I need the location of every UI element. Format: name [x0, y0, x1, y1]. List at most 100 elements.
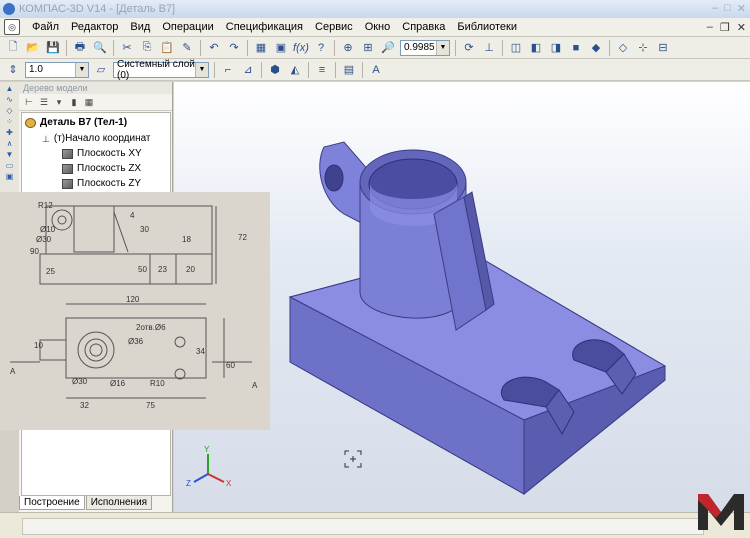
axes-icon: ⊥ [42, 133, 50, 144]
panel-spec-icon[interactable]: ▭ [4, 161, 16, 170]
chevron-down-icon[interactable]: ▼ [195, 62, 208, 77]
drawing-dim: 90 [30, 247, 39, 256]
tree-order-icon[interactable]: ☰ [38, 96, 50, 108]
view-hidden-icon[interactable]: ◧ [528, 40, 544, 56]
menu-bar: ◎ Файл Редактор Вид Операции Спецификаци… [0, 18, 750, 37]
drawing-dim: R12 [38, 201, 53, 210]
menu-file[interactable]: Файл [26, 21, 65, 33]
redo-icon[interactable]: ↷ [226, 40, 242, 56]
panel-select-icon[interactable]: ▲ [4, 84, 16, 93]
chevron-down-icon[interactable]: ▼ [75, 62, 88, 77]
zoom-window-icon[interactable]: ⊕ [340, 40, 356, 56]
tree-structure-icon[interactable]: ⊢ [23, 96, 35, 108]
tree-plane-zx[interactable]: Плоскость ZX [62, 163, 141, 174]
standard-toolbar: 🗋 📂 💾 🖶 🔍 ✂ ⎘ 📋 ✎ ↶ ↷ ▦ ▣ f(x) ? ⊕ ⊞ 🔎 0… [0, 37, 750, 59]
doc-close-button[interactable]: ✕ [737, 21, 746, 34]
select-icon[interactable]: ◭ [287, 62, 303, 78]
doc-restore-button[interactable]: ❐ [720, 21, 730, 34]
copy-icon[interactable]: ⎘ [139, 40, 155, 56]
perspective-icon[interactable]: ◇ [615, 40, 631, 56]
minimize-button[interactable]: – [712, 2, 718, 15]
drawing-dim: 20 [186, 265, 195, 274]
view-halftone-icon[interactable]: ■ [568, 40, 584, 56]
preview-icon[interactable]: 🔍 [92, 40, 108, 56]
panel-surface-icon[interactable]: ◇ [4, 106, 16, 115]
drawing-dim: 34 [196, 347, 205, 356]
tree-grid-icon[interactable]: ▦ [83, 96, 95, 108]
doc-minimize-button[interactable]: – [707, 21, 713, 34]
save-icon[interactable]: 💾 [45, 40, 61, 56]
orientation-icon[interactable]: ⊥ [481, 40, 497, 56]
zoom-value-combo[interactable]: 0.9985 ▼ [400, 39, 450, 56]
panel-report-icon[interactable]: ▣ [4, 172, 16, 181]
window-title: КОМПАС-3D V14 - [Деталь В7] [19, 3, 176, 15]
function-icon[interactable]: f(x) [293, 40, 309, 56]
tab-construction[interactable]: Построение [19, 496, 85, 510]
snap-icon[interactable]: ⊿ [240, 62, 256, 78]
layer-combo[interactable]: Системный слой (0) ▼ [113, 59, 209, 81]
manager-icon[interactable]: ▦ [253, 40, 269, 56]
paste-icon[interactable]: 📋 [159, 40, 175, 56]
panel-curve-icon[interactable]: ∿ [4, 95, 16, 104]
new-file-icon[interactable]: 🗋 [5, 40, 21, 56]
chevron-down-icon[interactable]: ▼ [436, 40, 449, 55]
tree-plane-xy[interactable]: Плоскость XY [62, 148, 142, 159]
menu-specification[interactable]: Спецификация [220, 21, 309, 33]
view-shaded-icon[interactable]: ◆ [588, 40, 604, 56]
step-combo[interactable]: 1.0 ▼ [25, 61, 89, 78]
menu-service[interactable]: Сервис [309, 21, 359, 33]
tree-filter-icon[interactable]: ▾ [53, 96, 65, 108]
section-icon[interactable]: ⊟ [655, 40, 671, 56]
cut-icon[interactable]: ✂ [119, 40, 135, 56]
help-pointer-icon[interactable]: ? [313, 40, 329, 56]
filter-icon[interactable]: ⬢ [267, 62, 283, 78]
close-button[interactable]: ✕ [737, 2, 746, 15]
step-icon[interactable]: ⇕ [5, 62, 21, 78]
zoom-icon[interactable]: 🔎 [380, 40, 396, 56]
tree-plane-zy[interactable]: Плоскость ZY [62, 178, 141, 189]
menu-window[interactable]: Окно [359, 21, 397, 33]
document-icon[interactable]: ◎ [4, 19, 20, 35]
format-brush-icon[interactable]: ✎ [179, 40, 195, 56]
tree-plane-label: Плоскость XY [77, 148, 142, 159]
panel-filter-icon[interactable]: ▼ [4, 150, 16, 159]
kompas-app-icon [3, 3, 15, 15]
menu-operations[interactable]: Операции [156, 21, 219, 33]
menu-help[interactable]: Справка [396, 21, 451, 33]
panel-array-icon[interactable]: ⁘ [4, 117, 16, 126]
rotate-icon[interactable]: ⟳ [461, 40, 477, 56]
print-icon[interactable]: 🖶 [72, 40, 88, 56]
panel-measure-icon[interactable]: ∧ [4, 139, 16, 148]
menu-edit[interactable]: Редактор [65, 21, 124, 33]
tree-root-label: Деталь В7 (Тел-1) [40, 117, 128, 128]
view-wireframe-icon[interactable]: ◫ [508, 40, 524, 56]
zoom-fit-icon[interactable]: ⊞ [360, 40, 376, 56]
tree-pin-icon[interactable]: ▮ [68, 96, 80, 108]
text-icon[interactable]: A [368, 62, 384, 78]
plane-icon [62, 178, 73, 189]
maximize-button[interactable]: □ [724, 2, 731, 15]
variables-icon[interactable]: ▣ [273, 40, 289, 56]
tree-origin[interactable]: ⊥ (т)Начало координат [42, 133, 151, 144]
drawing-dim: 2отв.Ø6 [136, 323, 166, 332]
local-cs-icon[interactable]: ⌐ [220, 62, 236, 78]
properties-icon[interactable]: ≡ [314, 62, 330, 78]
tree-root[interactable]: Деталь В7 (Тел-1) [25, 117, 127, 128]
drawing-dim: Ø36 [128, 337, 144, 346]
open-folder-icon[interactable]: 📂 [25, 40, 41, 56]
view-thin-icon[interactable]: ◨ [548, 40, 564, 56]
sketch-icon[interactable]: ▤ [341, 62, 357, 78]
drawing-dim: А [10, 367, 16, 376]
zoom-value: 0.9985 [404, 42, 435, 53]
menu-libraries[interactable]: Библиотеки [451, 21, 523, 33]
menu-view[interactable]: Вид [124, 21, 156, 33]
technical-drawing: R12 72 30 18 25 90 4 50 23 20 Ø30 Ø10 12… [0, 192, 270, 430]
drawing-dim: 4 [130, 211, 135, 220]
undo-icon[interactable]: ↶ [206, 40, 222, 56]
layer-icon[interactable]: ▱ [93, 62, 109, 78]
tab-versions[interactable]: Исполнения [85, 496, 153, 510]
drawing-dim: 60 [226, 361, 235, 370]
panel-aux-icon[interactable]: ✚ [4, 128, 16, 137]
axis-y-label: Y [204, 445, 210, 454]
orient-combo-icon[interactable]: ⊹ [635, 40, 651, 56]
